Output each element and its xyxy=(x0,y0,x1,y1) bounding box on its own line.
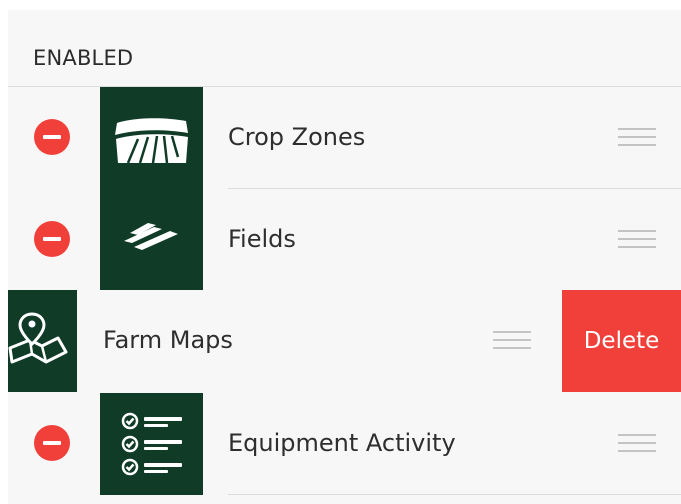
farm-maps-icon xyxy=(8,290,77,392)
list-item-fields[interactable]: Fields xyxy=(8,189,681,291)
row-label: Farm Maps xyxy=(103,326,233,354)
list-item-crop-zones[interactable]: Crop Zones xyxy=(8,87,681,189)
remove-button[interactable] xyxy=(34,119,70,155)
row-label: Fields xyxy=(228,225,296,253)
remove-button[interactable] xyxy=(34,425,70,461)
list-item-equipment-activity[interactable]: Equipment Activity xyxy=(8,393,681,495)
row-label: Equipment Activity xyxy=(228,429,456,457)
equipment-activity-icon xyxy=(100,393,203,495)
section-header: ENABLED xyxy=(33,46,134,70)
divider xyxy=(228,494,681,495)
remove-button[interactable] xyxy=(34,221,70,257)
enabled-list-panel: ENABLED Crop Zones Fields Farm Maps Dele… xyxy=(8,10,681,504)
fields-icon xyxy=(100,189,203,291)
crop-zones-icon xyxy=(100,87,203,189)
delete-button[interactable]: Delete xyxy=(562,290,681,392)
drag-handle[interactable] xyxy=(618,230,656,250)
drag-handle[interactable] xyxy=(618,128,656,148)
drag-handle[interactable] xyxy=(493,331,531,351)
list-item-farm-maps[interactable]: Farm Maps Delete xyxy=(8,290,681,392)
drag-handle[interactable] xyxy=(618,434,656,454)
row-label: Crop Zones xyxy=(228,123,366,151)
swiped-row-content[interactable]: Farm Maps xyxy=(8,290,562,392)
